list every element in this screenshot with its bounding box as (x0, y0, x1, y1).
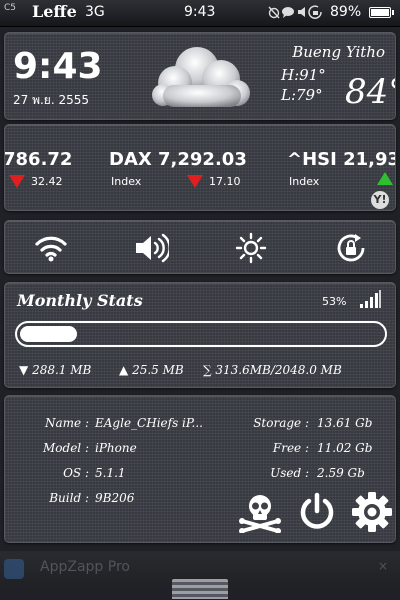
usage-progress-fill (20, 326, 77, 342)
usage-progress-bar (15, 321, 387, 347)
alarm-off-icon (268, 6, 280, 19)
upload-value: 25.5 MB (132, 363, 184, 377)
down-arrow-icon (187, 175, 203, 188)
brightness-icon[interactable] (233, 232, 269, 264)
upload-stat: ▲ 25.5 MB (119, 363, 184, 377)
storage-label: Storage : (253, 416, 309, 430)
stock-label: Index (289, 175, 320, 188)
build-value: 9B206 (95, 491, 135, 505)
gear-icon[interactable] (351, 491, 393, 533)
stock-label: Index (111, 175, 142, 188)
download-arrow-icon: ▼ (19, 363, 29, 377)
status-clock: 9:43 (184, 4, 216, 20)
notification-text: AppZapp Pro (40, 559, 130, 575)
rotation-lock-icon[interactable] (333, 232, 369, 264)
weather-high: H:91° (281, 66, 326, 84)
used-value: 2.59 Gb (317, 466, 365, 480)
toggle-bar (4, 220, 396, 274)
stats-percent: 53% (322, 295, 347, 308)
monthly-stats-widget[interactable]: Monthly Stats 53% ▼ 288.1 MB ▲ 25.5 MB ∑… (4, 282, 396, 388)
weather-current-temp: 84° (345, 72, 395, 112)
battery-icon (369, 7, 394, 18)
name-value: EAgle_CHiefs iP... (95, 416, 203, 430)
yahoo-icon[interactable]: Y! (371, 191, 389, 209)
battery-percent: 89% (330, 4, 362, 20)
up-arrow-icon (377, 172, 393, 185)
free-value: 11.02 Gb (317, 441, 373, 455)
status-bar: C5 Leffe 3G 9:43 89% (0, 0, 400, 27)
upload-arrow-icon: ▲ (119, 363, 129, 377)
stats-title: Monthly Stats (17, 291, 143, 310)
down-arrow-icon (9, 175, 25, 188)
speaker-icon (298, 7, 305, 17)
stocks-ticker[interactable]: 786.72 32.42 DAX 7,292.03 Index 17.10 ^H… (4, 124, 396, 211)
weather-time: 9:43 (13, 46, 103, 87)
skull-icon[interactable] (239, 491, 281, 533)
model-value: iPhone (95, 441, 137, 455)
message-icon (282, 7, 294, 18)
carrier-name: Leffe (32, 2, 77, 21)
weather-date: 27 พ.ย. 2555 (13, 93, 90, 107)
power-icon[interactable] (296, 491, 338, 533)
stock-change: 32.42 (31, 175, 63, 188)
app-icon (4, 559, 24, 579)
total-stat: ∑ 313.6MB/2048.0 MB (203, 363, 342, 377)
os-value: 5.1.1 (95, 466, 126, 480)
download-stat: ▼ 288.1 MB (19, 363, 91, 377)
stock-value: 786.72 (4, 149, 73, 170)
volume-icon[interactable] (133, 232, 169, 264)
signal-icon (360, 290, 381, 308)
stock-value: DAX 7,292.03 (109, 149, 247, 170)
storage-value: 13.61 Gb (317, 416, 373, 430)
notification-badge: C5 (4, 3, 17, 13)
weather-low: L:79° (281, 86, 323, 104)
network-type: 3G (85, 4, 105, 20)
model-label: Model : (43, 441, 89, 455)
stock-value: ^HSI 21,930 (287, 149, 395, 170)
name-label: Name : (45, 416, 89, 430)
build-label: Build : (49, 491, 89, 505)
os-label: OS : (63, 466, 89, 480)
wifi-icon[interactable] (33, 232, 69, 264)
status-icons (268, 5, 324, 23)
weather-location: Bueng Yitho (292, 43, 385, 61)
used-label: Used : (270, 466, 309, 480)
close-icon[interactable]: × (378, 559, 388, 573)
drawer-handle[interactable] (171, 578, 229, 600)
download-value: 288.1 MB (32, 363, 92, 377)
cloud-icon (152, 47, 250, 107)
stock-change: 17.10 (209, 175, 241, 188)
weather-widget[interactable]: 9:43 27 พ.ย. 2555 Bueng Yitho H:91° L:79… (4, 32, 396, 120)
device-info-widget: Name : EAgle_CHiefs iP... Model : iPhone… (4, 395, 396, 543)
rotation-lock-icon (308, 5, 322, 19)
free-label: Free : (272, 441, 309, 455)
